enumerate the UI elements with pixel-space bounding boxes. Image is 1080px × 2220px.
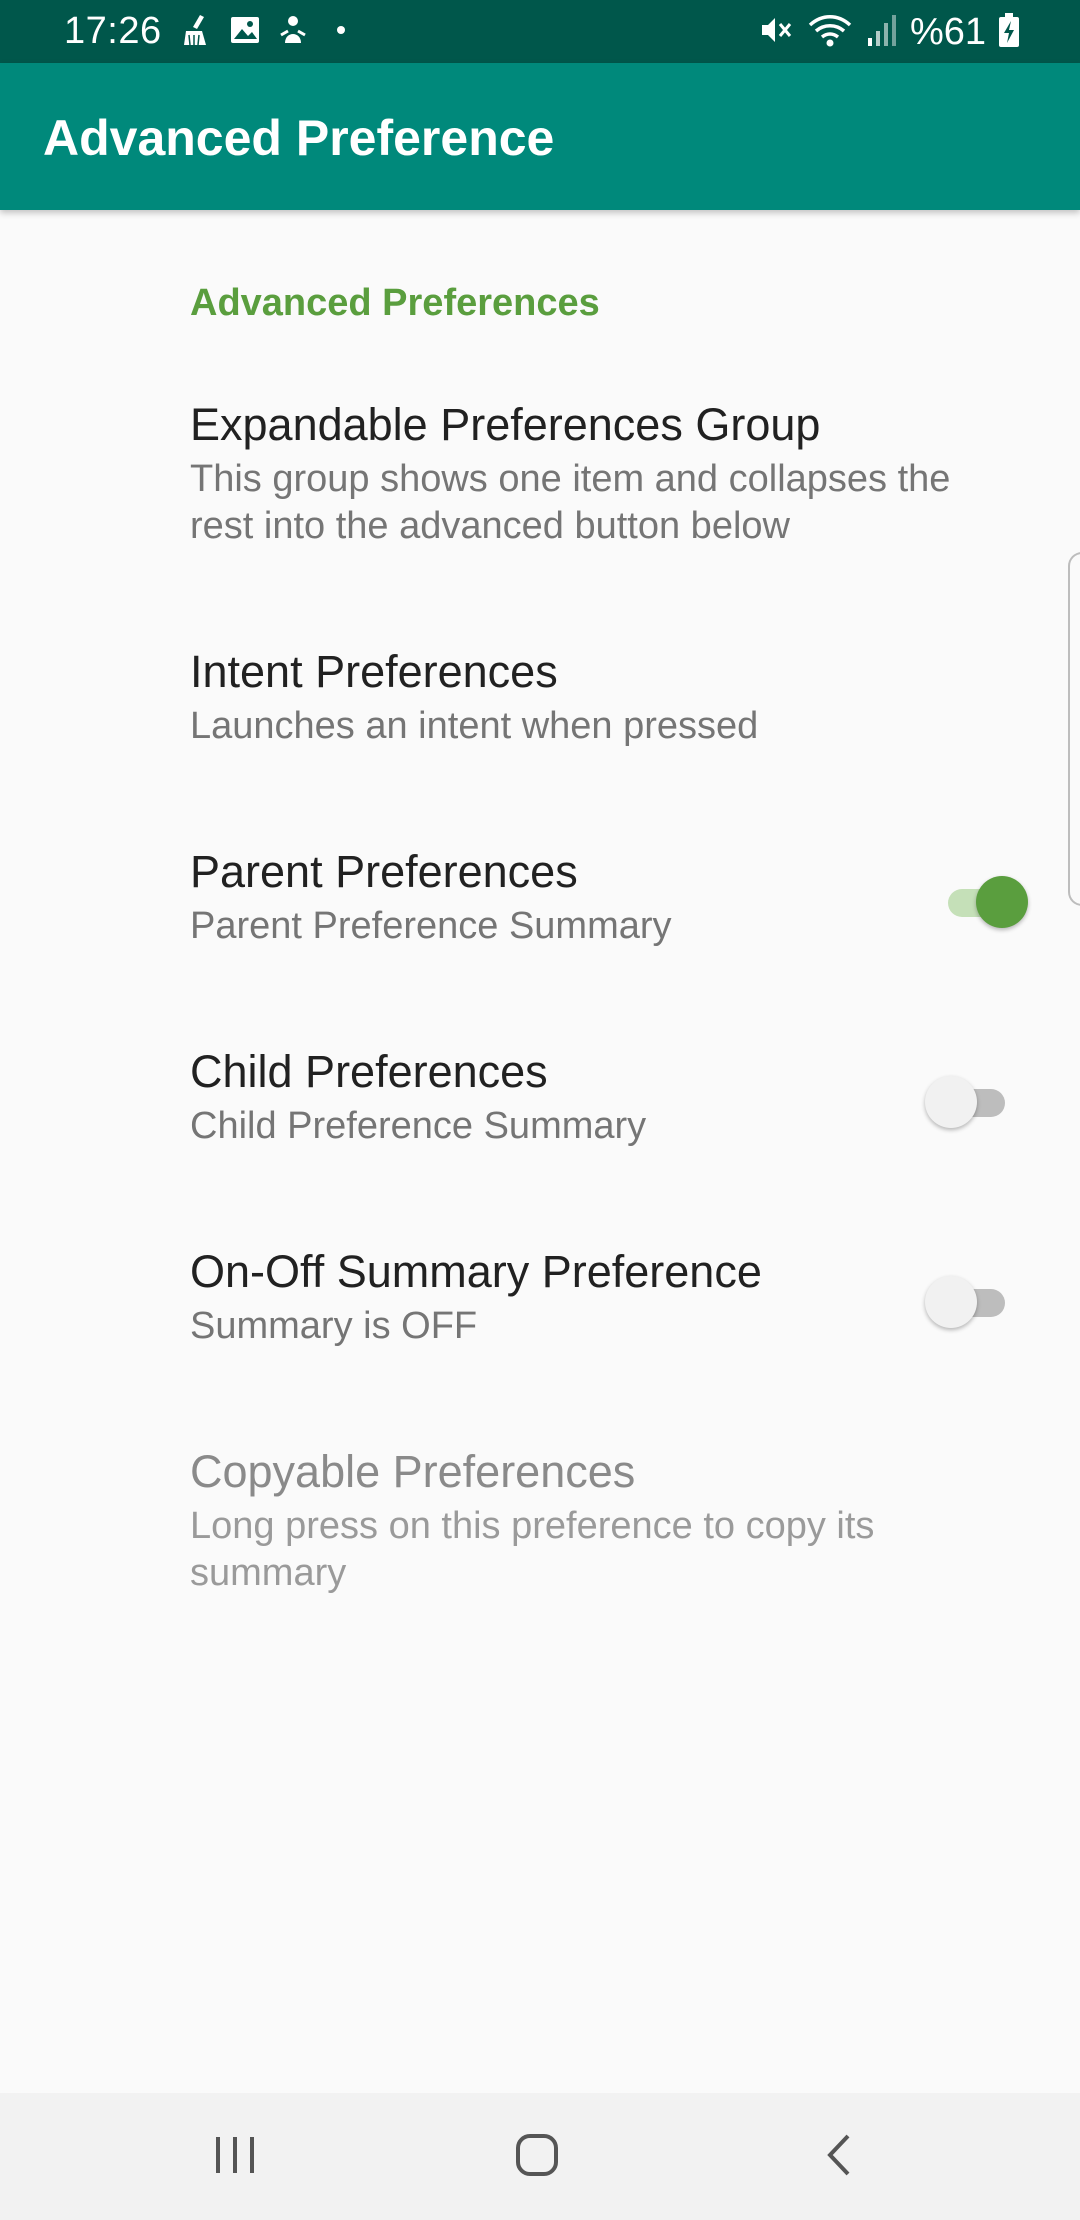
notification-icons xyxy=(180,12,358,52)
preference-expandable-group[interactable]: Expandable Preferences Group This group … xyxy=(0,398,1080,588)
app-bar: Advanced Preference xyxy=(0,63,1080,210)
switch-thumb xyxy=(976,876,1028,928)
preference-intent[interactable]: Intent Preferences Launches an intent wh… xyxy=(0,645,1080,765)
edge-panel-handle[interactable] xyxy=(1068,552,1080,906)
vibrate-mute-icon xyxy=(758,12,794,53)
back-icon xyxy=(820,2132,860,2183)
parent-preference-switch[interactable] xyxy=(940,874,1028,930)
preference-title: Child Preferences xyxy=(190,1046,548,1097)
preference-title: Intent Preferences xyxy=(190,646,558,697)
switch-thumb xyxy=(925,1076,977,1128)
system-icons: %61 xyxy=(758,10,1020,54)
preference-title: Parent Preferences xyxy=(190,846,578,897)
preference-title: Copyable Preferences xyxy=(190,1446,636,1497)
preference-child[interactable]: Child Preferences Child Preference Summa… xyxy=(0,1045,1080,1165)
signal-icon xyxy=(866,12,898,53)
clean-icon xyxy=(180,13,214,52)
preference-summary: Long press on this preference to copy it… xyxy=(190,1505,875,1594)
preference-summary: Parent Preference Summary xyxy=(190,905,672,947)
preference-list: Advanced Preferences Expandable Preferen… xyxy=(0,210,1080,2093)
category-title: Advanced Preferences xyxy=(190,282,600,324)
battery-percent: %61 xyxy=(909,11,986,53)
preference-parent[interactable]: Parent Preferences Parent Preference Sum… xyxy=(0,845,1080,965)
preference-summary: This group shows one item and collapses … xyxy=(190,458,951,547)
home-icon xyxy=(514,2132,560,2183)
preference-summary: Child Preference Summary xyxy=(190,1105,647,1147)
back-button[interactable] xyxy=(800,2117,880,2197)
switch-thumb xyxy=(925,1276,977,1328)
recents-button[interactable] xyxy=(195,2117,275,2197)
wifi-icon xyxy=(806,11,854,54)
preference-on-off-summary[interactable]: On-Off Summary Preference Summary is OFF xyxy=(0,1245,1080,1365)
preference-copyable[interactable]: Copyable Preferences Long press on this … xyxy=(0,1445,1080,1635)
dot-icon xyxy=(324,13,358,52)
app-title: Advanced Preference xyxy=(43,110,555,166)
navigation-bar xyxy=(0,2093,1080,2220)
preference-summary: Launches an intent when pressed xyxy=(190,705,759,747)
status-time: 17:26 xyxy=(64,10,162,52)
preference-title: Expandable Preferences Group xyxy=(190,399,821,450)
app-notification-icon xyxy=(276,13,310,52)
preference-summary: Summary is OFF xyxy=(190,1305,478,1347)
recents-icon xyxy=(212,2135,258,2180)
on-off-summary-switch[interactable] xyxy=(925,1274,1013,1330)
battery-charging-icon xyxy=(998,12,1020,53)
child-preference-switch[interactable] xyxy=(925,1074,1013,1130)
preference-title: On-Off Summary Preference xyxy=(190,1246,762,1297)
image-icon xyxy=(228,13,262,52)
home-button[interactable] xyxy=(497,2117,577,2197)
status-bar: 17:26 %61 xyxy=(0,0,1080,63)
